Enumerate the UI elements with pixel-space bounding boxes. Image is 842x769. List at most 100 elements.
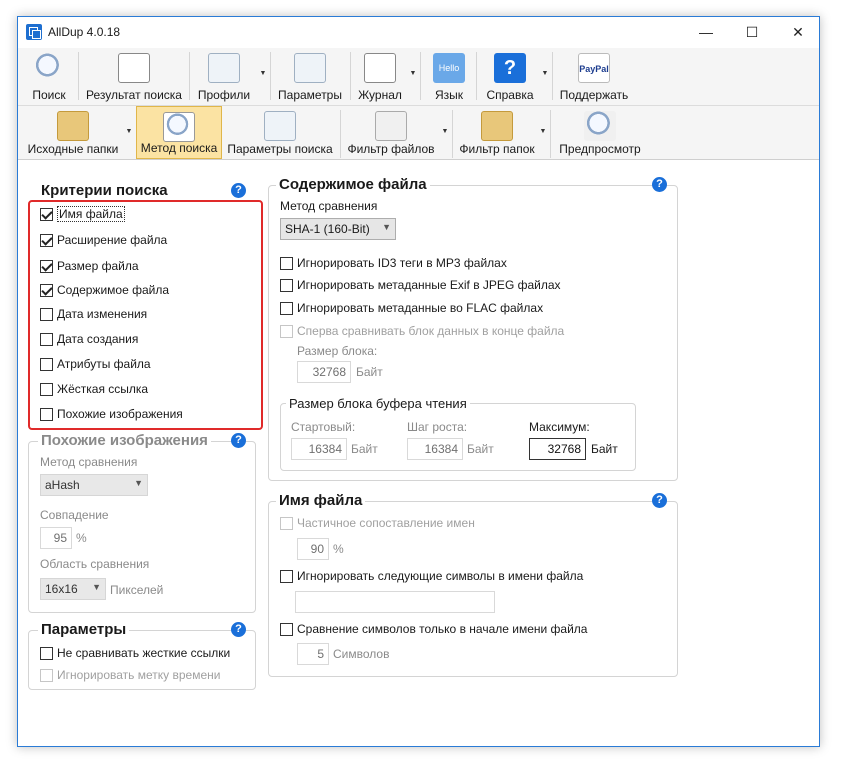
checkbox-unchecked-icon: [280, 278, 293, 292]
tab-source-folders[interactable]: Исходные папки: [22, 106, 124, 159]
settings-button[interactable]: Параметры: [274, 48, 346, 105]
block-size-field[interactable]: 32768: [297, 361, 351, 383]
main-toolbar: Поиск Результат поиска Профили ▼ Парамет…: [18, 48, 819, 106]
search-button[interactable]: Поиск: [24, 48, 74, 105]
block-size-label: Размер блока:: [297, 344, 378, 358]
checkbox-unchecked-icon: [280, 516, 293, 530]
checkbox-unchecked-icon: [40, 668, 53, 682]
content-method-select[interactable]: SHA-1 (160-Bit) ▼: [280, 218, 396, 240]
similar-images-help-icon[interactable]: ?: [231, 433, 246, 448]
checkbox-unchecked-icon: [40, 307, 53, 321]
checkbox-unchecked-icon: [280, 324, 293, 338]
criteria-checkbox-similar-images[interactable]: Похожие изображения: [40, 406, 183, 422]
profiles-button[interactable]: Профили: [193, 48, 255, 105]
ignore-chars-input[interactable]: [295, 591, 495, 613]
profiles-label: Профили: [197, 88, 251, 102]
tab-search-settings-label: Параметры поиска: [227, 142, 333, 156]
maximize-button[interactable]: ☐: [729, 17, 775, 47]
ignore-chars-label: Игнорировать следующие символы в имени ф…: [297, 569, 584, 583]
ignore-id3-label: Игнорировать ID3 теги в MP3 файлах: [297, 256, 507, 270]
buffer-step-label: Шаг роста:: [407, 420, 468, 434]
checkbox-unchecked-icon: [280, 301, 293, 315]
language-icon: Hello: [433, 53, 465, 83]
checkbox-checked-icon: [40, 233, 53, 247]
tab-preview-label: Предпросмотр: [559, 142, 641, 156]
profiles-dropdown-arrow-icon[interactable]: ▼: [258, 70, 268, 80]
ignore-flac-checkbox[interactable]: Игнорировать метаданные во FLAC файлах: [280, 300, 543, 316]
chars-count-field[interactable]: 5: [297, 643, 329, 665]
preview-icon: [584, 111, 616, 141]
criteria-checkbox-attributes[interactable]: Атрибуты файла: [40, 356, 151, 372]
criteria-checkbox-size[interactable]: Размер файла: [40, 258, 139, 274]
no-hardlinks-checkbox[interactable]: Не сравнивать жесткие ссылки: [40, 645, 230, 661]
criteria-label-content: Содержимое файла: [57, 283, 170, 297]
tab-folder-filter[interactable]: Фильтр папок: [456, 106, 538, 159]
criteria-checkbox-modified[interactable]: Дата изменения: [40, 306, 147, 322]
tab-source-folders-label: Исходные папки: [27, 142, 119, 156]
criteria-checkbox-filename[interactable]: Имя файла: [40, 206, 125, 222]
log-label: Журнал: [358, 88, 402, 102]
search-results-button[interactable]: Результат поиска: [82, 48, 186, 105]
criteria-help-icon[interactable]: ?: [231, 183, 246, 198]
tab-preview[interactable]: Предпросмотр: [554, 106, 646, 159]
log-dropdown-arrow-icon[interactable]: ▼: [408, 70, 418, 80]
criteria-checkbox-content[interactable]: Содержимое файла: [40, 282, 169, 298]
help-dropdown-arrow-icon[interactable]: ▼: [540, 70, 550, 80]
file-filter-dropdown-arrow-icon[interactable]: ▼: [440, 128, 450, 138]
ignore-exif-checkbox[interactable]: Игнорировать метаданные Exif в JPEG файл…: [280, 277, 561, 293]
partial-match-field[interactable]: 90: [297, 538, 329, 560]
tab-file-filter[interactable]: Фильтр файлов: [344, 106, 438, 159]
window-title: AllDup 4.0.18: [48, 25, 121, 39]
checkbox-checked-icon: [40, 283, 53, 297]
tab-search-settings[interactable]: Параметры поиска: [224, 106, 336, 159]
file-filter-icon: [375, 111, 407, 141]
buffer-title: Размер блока буфера чтения: [286, 396, 470, 411]
folder-filter-dropdown-arrow-icon[interactable]: ▼: [538, 128, 548, 138]
content-help-icon[interactable]: ?: [652, 177, 667, 192]
ignore-timestamp-checkbox[interactable]: Игнорировать метку времени: [40, 667, 220, 683]
criteria-checkbox-hardlink[interactable]: Жёсткая ссылка: [40, 381, 148, 397]
tab-search-method[interactable]: Метод поиска: [136, 106, 222, 159]
partial-match-unit: %: [333, 542, 344, 556]
criteria-label-modified: Дата изменения: [57, 307, 148, 321]
search-method-icon: [163, 112, 195, 142]
buffer-step-field[interactable]: 16384: [407, 438, 463, 460]
criteria-checkbox-created[interactable]: Дата создания: [40, 331, 138, 347]
partial-match-checkbox[interactable]: Частичное сопоставление имен: [280, 515, 475, 531]
minimize-button[interactable]: —: [683, 17, 729, 47]
language-button[interactable]: Hello Язык: [424, 48, 474, 105]
search-button-label: Поиск: [32, 88, 66, 102]
buffer-max-field[interactable]: 32768: [529, 438, 586, 460]
app-icon: [26, 24, 42, 40]
buffer-start-label: Стартовый:: [291, 420, 356, 434]
paypal-icon: PayPal: [578, 53, 610, 83]
compare-end-block-label: Сперва сравнивать блок данных в конце фа…: [297, 324, 565, 338]
settings-label: Параметры: [278, 88, 342, 102]
checkbox-unchecked-icon: [280, 569, 293, 583]
buffer-start-field[interactable]: 16384: [291, 438, 347, 460]
ignore-id3-checkbox[interactable]: Игнорировать ID3 теги в MP3 файлах: [280, 255, 507, 271]
params-help-icon[interactable]: ?: [231, 622, 246, 637]
checkbox-checked-icon: [40, 207, 53, 221]
filename-title: Имя файла: [276, 492, 366, 509]
ignore-chars-checkbox[interactable]: Игнорировать следующие символы в имени ф…: [280, 568, 583, 584]
criteria-checkbox-extension[interactable]: Расширение файла: [40, 232, 167, 248]
similar-area-value: 16x16: [45, 582, 78, 596]
compare-start-checkbox[interactable]: Сравнение символов только в начале имени…: [280, 621, 587, 637]
compare-end-block-checkbox[interactable]: Сперва сравнивать блок данных в конце фа…: [280, 323, 564, 339]
similar-method-select[interactable]: aHash ▼: [40, 474, 148, 496]
support-button[interactable]: PayPal Поддержать: [556, 48, 632, 105]
filename-help-icon[interactable]: ?: [652, 493, 667, 508]
results-icon: [118, 53, 150, 83]
checkbox-checked-icon: [40, 259, 53, 273]
similar-area-select[interactable]: 16x16 ▼: [40, 578, 106, 600]
folder-icon: [57, 111, 89, 141]
help-button[interactable]: ? Справка: [480, 48, 540, 105]
buffer-group: [280, 403, 636, 471]
close-button[interactable]: ✕: [775, 17, 821, 47]
checkbox-unchecked-icon: [40, 332, 53, 346]
similar-match-field[interactable]: 95: [40, 527, 72, 549]
log-button[interactable]: Журнал: [354, 48, 406, 105]
chars-count-unit: Символов: [333, 647, 390, 661]
source-folders-dropdown-arrow-icon[interactable]: ▼: [124, 128, 134, 138]
